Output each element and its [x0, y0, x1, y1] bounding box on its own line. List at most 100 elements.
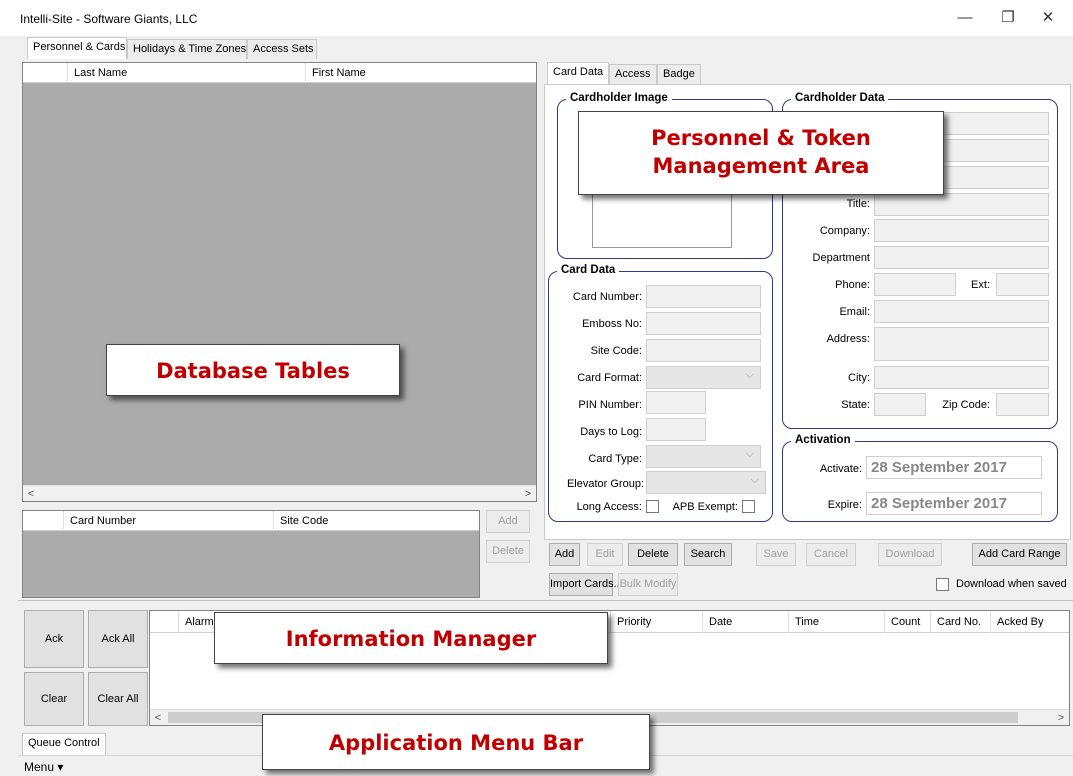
card-grid[interactable]: Card Number Site Code [22, 510, 480, 598]
expire-date-picker[interactable]: 28 September 2017 [866, 492, 1042, 515]
cardholder-data-title: Cardholder Data [791, 92, 889, 104]
edit-button[interactable]: Edit [587, 543, 623, 566]
days-to-log-label: Days to Log: [580, 426, 642, 438]
clear-all-button[interactable]: Clear All [88, 672, 148, 726]
tab-card-data[interactable]: Card Data [547, 62, 609, 84]
card-type-select[interactable] [646, 445, 761, 468]
activate-date-value: 28 September 2017 [871, 459, 1007, 476]
card-number-field[interactable] [646, 285, 761, 308]
tab-personnel-cards[interactable]: Personnel & Cards [27, 37, 127, 59]
splitter[interactable] [18, 600, 1073, 601]
department-field[interactable] [874, 246, 1049, 269]
callout-application-menu-bar: Application Menu Bar [262, 714, 650, 770]
callout-personnel-token: Personnel & Token Management Area [578, 111, 944, 195]
tab-access-sets[interactable]: Access Sets [247, 39, 317, 59]
cardholder-photo[interactable] [592, 190, 732, 248]
column-card-no[interactable]: Card No. [930, 611, 990, 633]
zip-field[interactable] [996, 393, 1049, 416]
tab-queue-control[interactable]: Queue Control [22, 733, 106, 755]
city-field[interactable] [874, 366, 1049, 389]
column-last-name[interactable]: Last Name [67, 63, 305, 83]
column-count[interactable]: Count [884, 611, 930, 633]
download-button[interactable]: Download [878, 543, 942, 566]
long-access-label: Long Access: [576, 501, 642, 513]
activation-title: Activation [791, 434, 855, 446]
import-cards-button[interactable]: Import Cards... [549, 573, 623, 596]
column-card-number[interactable]: Card Number [63, 511, 273, 531]
column-date[interactable]: Date [702, 611, 788, 633]
alarm-scroll-left-icon[interactable]: < [150, 710, 166, 726]
card-delete-button[interactable]: Delete [486, 540, 530, 563]
site-code-label: Site Code: [590, 345, 642, 357]
tab-holidays-time-zones[interactable]: Holidays & Time Zones [127, 39, 247, 59]
restore-icon[interactable]: ❐ [988, 6, 1028, 30]
title-field[interactable] [874, 193, 1049, 216]
card-data-title: Card Data [557, 264, 620, 276]
bulk-modify-button[interactable]: Bulk Modify [618, 573, 678, 596]
activate-date-picker[interactable]: 28 September 2017 [866, 456, 1042, 479]
state-field[interactable] [874, 393, 926, 416]
minimize-icon[interactable]: — [945, 6, 985, 30]
scroll-right-icon[interactable]: > [520, 486, 536, 502]
callout-database-tables: Database Tables [106, 344, 400, 396]
callout-personnel-line2: Management Area [652, 154, 870, 178]
expire-date-value: 28 September 2017 [871, 495, 1007, 512]
apb-exempt-label: APB Exempt: [672, 501, 738, 513]
apb-exempt-checkbox[interactable] [742, 500, 755, 513]
cancel-button[interactable]: Cancel [806, 543, 856, 566]
title-bar: Intelli-Site - Software Giants, LLC — ❐ … [0, 0, 1073, 36]
ext-label: Ext: [971, 279, 990, 291]
save-button[interactable]: Save [756, 543, 796, 566]
site-code-field[interactable] [646, 339, 761, 362]
address-label: Address: [826, 333, 870, 345]
ack-button[interactable]: Ack [24, 610, 84, 668]
download-when-saved-label: Download when saved [956, 578, 1067, 590]
personnel-grid[interactable]: Last Name First Name < > [22, 62, 537, 502]
clear-button[interactable]: Clear [24, 672, 84, 726]
tab-badge[interactable]: Badge [657, 64, 701, 84]
tab-access[interactable]: Access [609, 64, 657, 84]
download-when-saved-checkbox[interactable] [936, 578, 949, 591]
phone-field[interactable] [874, 273, 956, 296]
email-label: Email: [839, 306, 870, 318]
column-first-name[interactable]: First Name [305, 63, 537, 83]
card-type-label: Card Type: [588, 453, 642, 465]
personnel-grid-header: Last Name First Name [23, 63, 536, 83]
long-access-checkbox[interactable] [646, 500, 659, 513]
pin-label: PIN Number: [578, 399, 642, 411]
window-title: Intelli-Site - Software Giants, LLC [20, 12, 198, 26]
pin-field[interactable] [646, 391, 706, 414]
state-label: State: [841, 399, 870, 411]
add-button[interactable]: Add [549, 543, 580, 566]
search-button[interactable]: Search [684, 543, 732, 566]
ack-all-button[interactable]: Ack All [88, 610, 148, 668]
emboss-label: Emboss No: [582, 318, 642, 330]
delete-button[interactable]: Delete [628, 543, 678, 566]
company-field[interactable] [874, 219, 1049, 242]
email-field[interactable] [874, 300, 1049, 323]
column-time[interactable]: Time [788, 611, 884, 633]
personnel-grid-scrollbar[interactable]: < > [23, 485, 536, 501]
close-icon[interactable]: ✕ [1028, 6, 1068, 30]
cardholder-image-title: Cardholder Image [566, 92, 672, 104]
column-site-code[interactable]: Site Code [273, 511, 479, 531]
card-grid-header: Card Number Site Code [23, 511, 479, 531]
add-card-range-button[interactable]: Add Card Range [972, 543, 1067, 566]
elevator-group-select[interactable] [646, 471, 766, 494]
card-add-button[interactable]: Add [486, 510, 530, 533]
scroll-left-icon[interactable]: < [23, 486, 39, 502]
phone-label: Phone: [835, 279, 870, 291]
alarm-scroll-right-icon[interactable]: > [1053, 710, 1069, 726]
address-field[interactable] [874, 327, 1049, 361]
expire-label: Expire: [827, 499, 862, 511]
days-to-log-field[interactable] [646, 418, 706, 441]
ext-field[interactable] [996, 273, 1049, 296]
callout-information-manager: Information Manager [214, 612, 608, 664]
menu-button[interactable]: Menu ▾ [24, 760, 63, 774]
callout-personnel-line1: Personnel & Token [651, 126, 871, 150]
column-acked-by[interactable]: Acked By [990, 611, 1070, 633]
card-format-select[interactable] [646, 366, 761, 389]
card-format-label: Card Format: [577, 372, 642, 384]
column-priority[interactable]: Priority [610, 611, 705, 633]
emboss-field[interactable] [646, 312, 761, 335]
